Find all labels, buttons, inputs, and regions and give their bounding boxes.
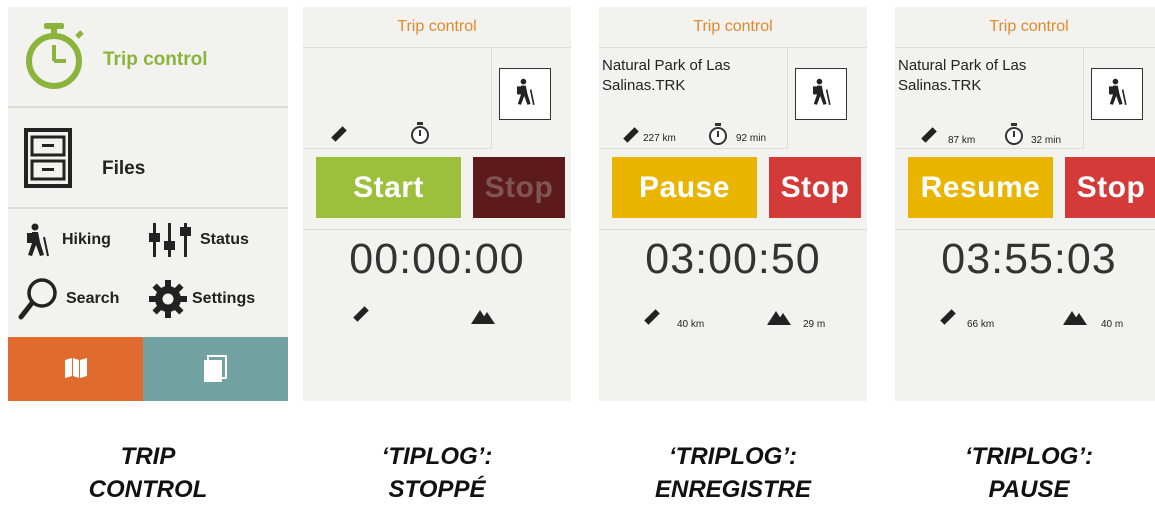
mountain-icon xyxy=(471,310,495,324)
menu-item-hiking[interactable]: Hiking xyxy=(18,219,143,261)
trip-screen-recording: Trip control Natural Park of Las Salinas… xyxy=(599,7,867,401)
menu-item-files[interactable]: Files xyxy=(8,108,288,209)
ruler-icon xyxy=(623,127,639,143)
hiker-icon xyxy=(513,76,537,113)
menu-label-settings: Settings xyxy=(192,290,256,307)
menu-label-hiking: Hiking xyxy=(62,231,111,248)
resume-button[interactable]: Resume xyxy=(908,157,1053,218)
trip-elevation: 40 m xyxy=(1101,319,1124,330)
main-menu-screen: Trip control Files Hiking Status Search … xyxy=(8,7,288,401)
ruler-icon xyxy=(331,126,347,142)
trip-info-panel xyxy=(303,48,492,149)
ruler-icon xyxy=(353,306,369,322)
clock-icon xyxy=(1005,123,1023,145)
menu-label-search: Search xyxy=(66,290,120,307)
stop-button[interactable]: Stop xyxy=(473,157,565,218)
trip-timer: 03:55:03 xyxy=(941,235,1117,283)
ruler-icon xyxy=(644,309,660,325)
trip-timer: 03:00:50 xyxy=(645,235,821,283)
divider xyxy=(303,229,571,230)
clock-icon xyxy=(709,123,727,145)
screen-title: Trip control xyxy=(599,7,867,48)
start-button[interactable]: Start xyxy=(316,157,461,218)
activity-mode-button[interactable] xyxy=(1091,68,1143,120)
total-distance: 87 km xyxy=(948,135,976,146)
caption-recording: ‘TRIPLOG’: ENREGISTRE xyxy=(654,443,812,503)
total-distance: 227 km xyxy=(643,133,676,144)
track-file-name: Natural Park of Las Salinas.TRK xyxy=(898,57,1027,94)
activity-mode-button[interactable] xyxy=(795,68,847,120)
hiker-icon xyxy=(1105,76,1129,113)
caption-trip-control: TRIP CONTROL xyxy=(88,443,208,503)
trip-distance: 40 km xyxy=(677,319,705,330)
map-tile-button[interactable] xyxy=(8,337,143,401)
screen-title: Trip control xyxy=(303,7,571,48)
trip-timer: 00:00:00 xyxy=(349,235,525,283)
trip-distance: 66 km xyxy=(967,319,995,330)
activity-mode-button[interactable] xyxy=(499,68,551,120)
menu-item-search[interactable]: Search xyxy=(18,277,143,322)
menu-item-trip-control[interactable]: Trip control xyxy=(8,7,288,108)
mountain-icon xyxy=(1063,311,1087,325)
ruler-icon xyxy=(921,127,937,143)
screen-title: Trip control xyxy=(895,7,1155,48)
mountain-icon xyxy=(767,311,791,325)
trip-elevation: 29 m xyxy=(803,319,826,330)
menu-item-settings[interactable]: Settings xyxy=(148,277,283,322)
trip-info-panel: Natural Park of Las Salinas.TRK 227 km 9… xyxy=(599,48,788,149)
ruler-icon xyxy=(940,309,956,325)
menu-label-trip-control: Trip control xyxy=(103,49,208,70)
menu-item-status[interactable]: Status xyxy=(148,219,283,261)
trip-screen-paused: Trip control Natural Park of Las Salinas… xyxy=(895,7,1155,401)
stop-button[interactable]: Stop xyxy=(769,157,861,218)
caption-paused: ‘TRIPLOG’: PAUSE xyxy=(965,443,1093,503)
trip-screen-stopped: Trip control Start Stop 00:00:00 xyxy=(303,7,571,401)
pause-button[interactable]: Pause xyxy=(612,157,757,218)
total-time: 92 min xyxy=(736,133,767,144)
hiker-icon xyxy=(809,76,833,113)
trip-info-panel: Natural Park of Las Salinas.TRK 87 km 32… xyxy=(895,48,1084,149)
caption-stopped: ‘TIPLOG’: STOPPÉ xyxy=(381,443,493,503)
stop-button[interactable]: Stop xyxy=(1065,157,1155,218)
pages-tile-button[interactable] xyxy=(143,337,288,401)
divider xyxy=(895,229,1155,230)
menu-label-files: Files xyxy=(102,158,146,179)
divider xyxy=(599,229,867,230)
clock-icon xyxy=(411,122,429,144)
menu-label-status: Status xyxy=(200,231,249,248)
track-file-name: Natural Park of Las Salinas.TRK xyxy=(602,57,731,94)
total-time: 32 min xyxy=(1031,135,1062,146)
